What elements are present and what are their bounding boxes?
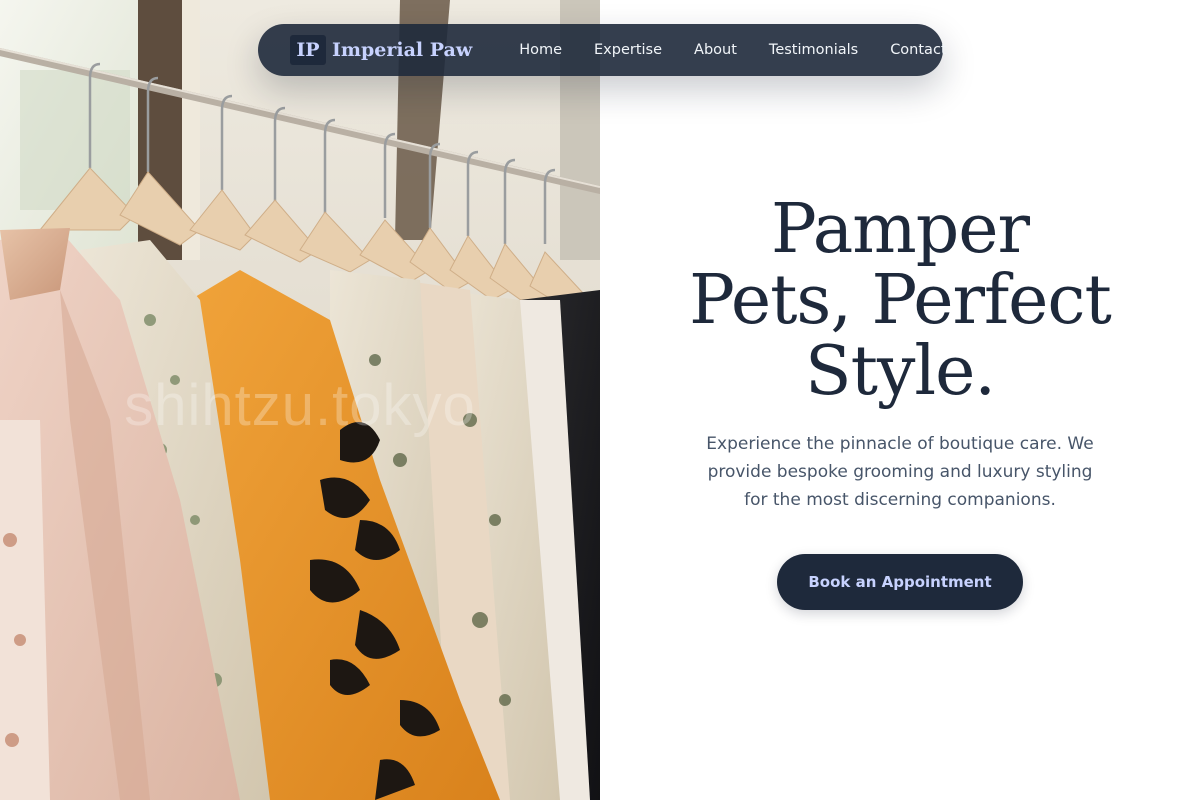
nav-link-home[interactable]: Home [519,42,562,58]
logo-mark: IP [290,35,326,65]
hero-section: Pamper Pets, Perfect Style. Experience t… [600,0,1200,800]
brand-name: Imperial Paw [332,39,473,61]
hero-title-line: Pets, Perfect [689,261,1112,340]
book-appointment-button[interactable]: Book an Appointment [777,554,1023,610]
hero-title-line: Style. [805,332,996,411]
hero-title: Pamper Pets, Perfect Style. [680,194,1120,407]
page: shihtzu.tokyo IP Imperial Paw Home Exper… [0,0,1200,800]
hero-subtitle: Experience the pinnacle of boutique care… [706,434,1094,510]
brand-logo[interactable]: IP Imperial Paw [290,35,472,65]
hero-title-line: Pamper [771,190,1030,269]
hero-photo: shihtzu.tokyo [0,0,600,800]
clothing-rack-photo [0,0,600,800]
